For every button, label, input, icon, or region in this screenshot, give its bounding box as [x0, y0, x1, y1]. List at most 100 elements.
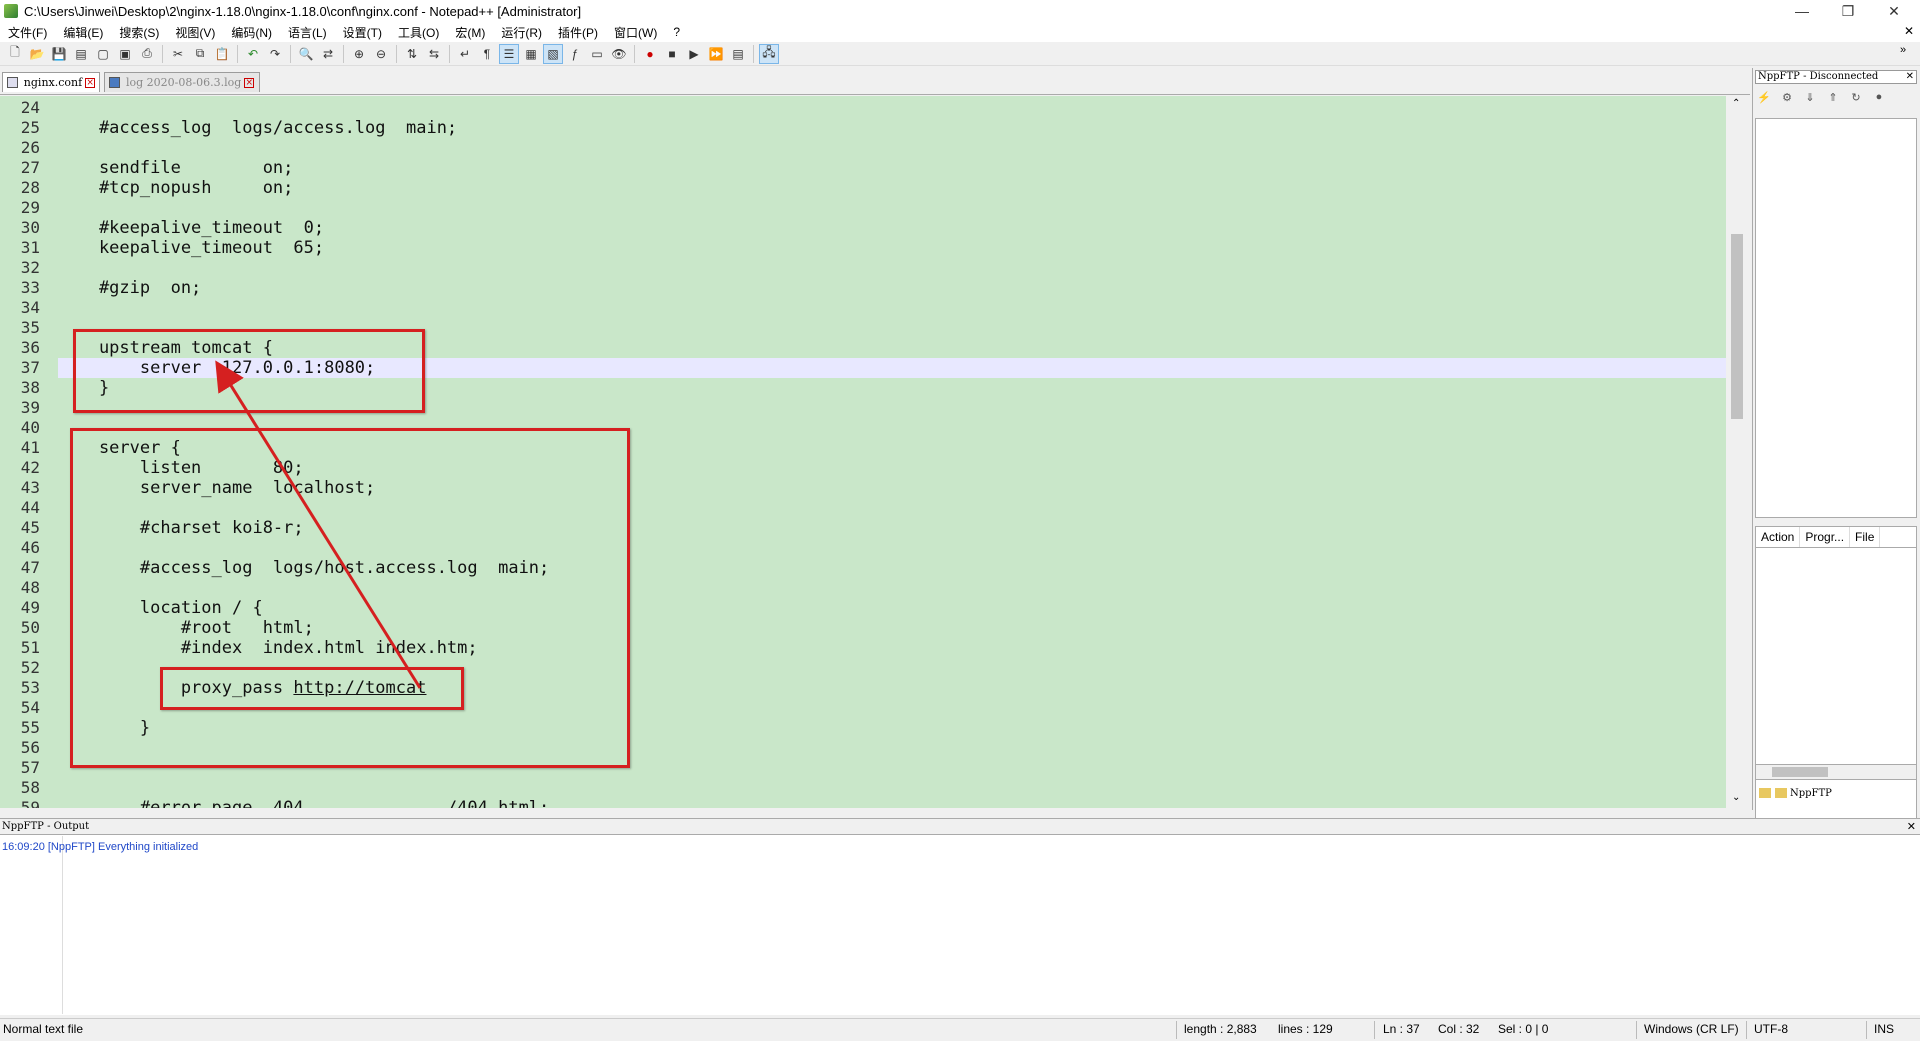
- function-list-icon[interactable]: ƒ: [566, 45, 584, 63]
- stop-macro-icon[interactable]: ■: [663, 45, 681, 63]
- line-number: 26: [20, 138, 40, 157]
- line-number: 34: [20, 298, 40, 317]
- maximize-button[interactable]: ❐: [1826, 0, 1870, 22]
- run-macro-multiple-icon[interactable]: ⏩: [707, 45, 725, 63]
- open-file-icon[interactable]: 📂: [28, 45, 46, 63]
- menu-encoding[interactable]: 编码(N): [223, 24, 280, 41]
- udl-icon[interactable]: ▦: [522, 45, 540, 63]
- redo-icon[interactable]: ↷: [266, 45, 284, 63]
- menu-run[interactable]: 运行(R): [493, 24, 550, 41]
- status-selection: Sel : 0 | 0: [1498, 1022, 1549, 1036]
- output-log-line: 16:09:20 [NppFTP] Everything initialized: [2, 841, 199, 853]
- server-block-highlight-box: [70, 428, 630, 768]
- undo-icon[interactable]: ↶: [244, 45, 262, 63]
- panel-tab-nppftp[interactable]: NppFTP: [1755, 784, 1875, 802]
- ftp-file-tree[interactable]: [1755, 118, 1917, 518]
- monitoring-icon[interactable]: 👁: [610, 45, 628, 63]
- zoom-in-icon[interactable]: ⊕: [350, 45, 368, 63]
- settings-icon[interactable]: ⚙: [1780, 91, 1794, 105]
- menu-tools[interactable]: 工具(O): [390, 24, 447, 41]
- save-macro-icon[interactable]: ▤: [729, 45, 747, 63]
- tab-nginx-conf[interactable]: nginx.conf ×: [2, 72, 100, 92]
- tab-log-file[interactable]: log 2020-08-06.3.log ×: [104, 72, 260, 92]
- status-eol[interactable]: Windows (CR LF): [1644, 1022, 1739, 1036]
- tab-close-icon[interactable]: ×: [244, 77, 255, 88]
- line-number: 40: [20, 418, 40, 437]
- output-close-icon[interactable]: ✕: [1907, 819, 1916, 835]
- menu-help[interactable]: ?: [665, 25, 688, 39]
- paste-icon[interactable]: 📋: [213, 45, 231, 63]
- show-all-chars-icon[interactable]: ¶: [478, 45, 496, 63]
- find-icon[interactable]: 🔍: [297, 45, 315, 63]
- code-line[interactable]: #error_page 404 /404.html;: [58, 798, 549, 808]
- refresh-icon[interactable]: ↻: [1849, 91, 1863, 105]
- close-all-icon[interactable]: ▣: [116, 45, 134, 63]
- new-file-icon[interactable]: 🗋: [6, 45, 24, 63]
- status-insert-mode[interactable]: INS: [1874, 1022, 1894, 1036]
- menu-window[interactable]: 窗口(W): [606, 24, 665, 41]
- code-line-text: #tcp_nopush on;: [58, 178, 294, 198]
- proxy-pass-highlight-box: [160, 667, 464, 710]
- nppftp-close-icon[interactable]: ✕: [1906, 71, 1914, 83]
- folder-workspace-icon[interactable]: ▭: [588, 45, 606, 63]
- queue-col-progress[interactable]: Progr...: [1800, 527, 1851, 547]
- record-macro-icon[interactable]: ●: [641, 45, 659, 63]
- cut-icon[interactable]: ✂: [169, 45, 187, 63]
- nppftp-show-icon[interactable]: 🖧: [759, 43, 779, 64]
- editor-area[interactable]: 24 25 26 27 28 29 30 31 32 33 34 35 36 37 38 39 40 41 42 43…: [0, 96, 1726, 808]
- menu-view[interactable]: 视图(V): [167, 24, 223, 41]
- queue-col-file[interactable]: File: [1850, 527, 1881, 547]
- line-number: 42: [20, 458, 40, 477]
- close-window-button[interactable]: ✕: [1872, 0, 1916, 22]
- code-line[interactable]: sendfile on;: [58, 158, 293, 178]
- scroll-up-icon[interactable]: ⌃: [1732, 98, 1740, 109]
- code-line[interactable]: #tcp_nopush on;: [58, 178, 293, 198]
- line-number: 38: [20, 378, 40, 397]
- document-map-icon[interactable]: ▧: [543, 43, 563, 64]
- sync-vertical-icon[interactable]: ⇅: [403, 45, 421, 63]
- code-line[interactable]: keepalive_timeout 65;: [58, 238, 324, 258]
- play-macro-icon[interactable]: ▶: [685, 45, 703, 63]
- tab-close-icon[interactable]: ×: [85, 77, 95, 88]
- code-line-text: sendfile on;: [58, 158, 294, 178]
- replace-icon[interactable]: ⇄: [319, 45, 337, 63]
- status-encoding[interactable]: UTF-8: [1754, 1022, 1788, 1036]
- menu-edit[interactable]: 编辑(E): [55, 24, 111, 41]
- upload-icon[interactable]: ⇑: [1826, 91, 1840, 105]
- download-icon[interactable]: ⇓: [1803, 91, 1817, 105]
- close-file-icon[interactable]: ▢: [94, 45, 112, 63]
- menu-plugins[interactable]: 插件(P): [550, 24, 606, 41]
- zoom-out-icon[interactable]: ⊖: [372, 45, 390, 63]
- print-icon[interactable]: ⎙: [138, 45, 156, 63]
- editor-vertical-scrollbar[interactable]: ⌃ ⌄: [1728, 96, 1746, 808]
- save-icon[interactable]: 💾: [50, 45, 68, 63]
- indent-guide-icon[interactable]: ☰: [499, 43, 519, 64]
- copy-icon[interactable]: ⧉: [191, 45, 209, 63]
- scroll-thumb[interactable]: [1772, 767, 1828, 777]
- line-number: 51: [20, 638, 40, 657]
- notepadpp-app-icon: [4, 4, 18, 18]
- toolbar: 🗋 📂 💾 ▤ ▢ ▣ ⎙ ✂ ⧉ 📋 ↶ ↷ 🔍 ⇄ ⊕ ⊖ ⇅ ⇆ ↵ ¶ …: [0, 42, 1920, 66]
- toolbar-overflow-icon[interactable]: »: [1900, 44, 1906, 56]
- menu-close-doc-icon[interactable]: ✕: [1904, 24, 1914, 38]
- menu-search[interactable]: 搜索(S): [111, 24, 167, 41]
- code-line[interactable]: #keepalive_timeout 0;: [58, 218, 324, 238]
- connect-icon[interactable]: ⚡: [1757, 91, 1771, 105]
- scroll-thumb[interactable]: [1731, 234, 1743, 419]
- code-line[interactable]: #access_log logs/access.log main;: [58, 118, 457, 138]
- scroll-down-icon[interactable]: ⌄: [1732, 792, 1740, 803]
- queue-col-action[interactable]: Action: [1756, 527, 1801, 547]
- status-file-type: Normal text file: [3, 1022, 84, 1036]
- menu-language[interactable]: 语言(L): [280, 24, 335, 41]
- menu-settings[interactable]: 设置(T): [335, 24, 390, 41]
- queue-horizontal-scrollbar[interactable]: [1755, 764, 1917, 780]
- menu-macro[interactable]: 宏(M): [447, 24, 493, 41]
- minimize-button[interactable]: —: [1780, 0, 1824, 22]
- sync-horizontal-icon[interactable]: ⇆: [425, 45, 443, 63]
- menu-file[interactable]: 文件(F): [0, 24, 55, 41]
- abort-icon[interactable]: ●: [1872, 91, 1886, 105]
- save-all-icon[interactable]: ▤: [72, 45, 90, 63]
- word-wrap-icon[interactable]: ↵: [456, 45, 474, 63]
- line-number: 46: [20, 538, 40, 557]
- code-line[interactable]: #gzip on;: [58, 278, 201, 298]
